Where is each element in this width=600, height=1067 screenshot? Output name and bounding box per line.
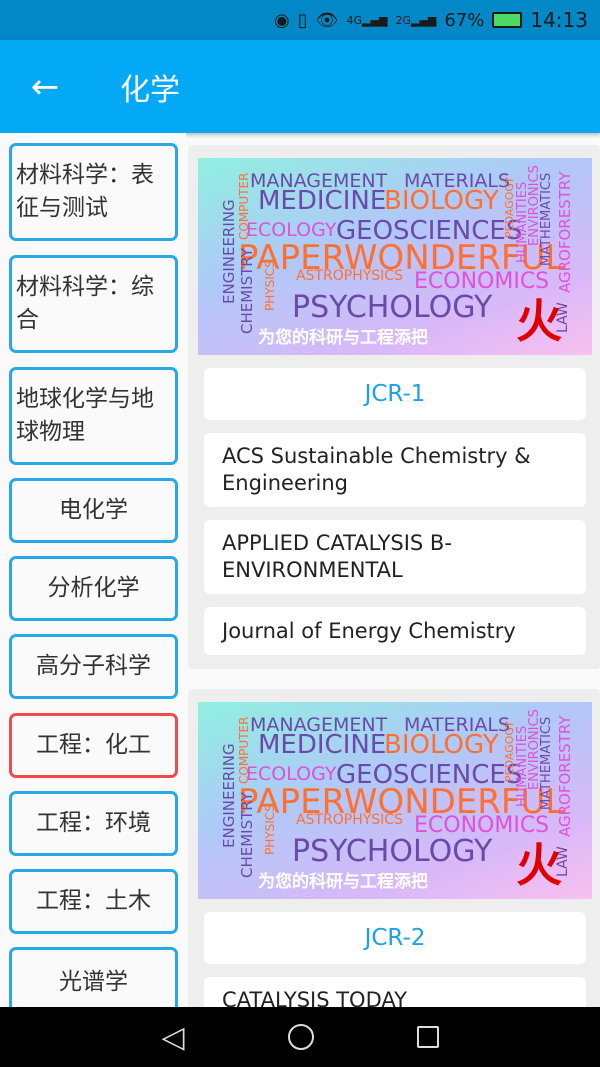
category-item[interactable]: 分析化学 bbox=[9, 556, 178, 621]
category-item[interactable]: 高分子科学 bbox=[9, 634, 178, 699]
hotspot-icon: ◉ bbox=[274, 9, 290, 31]
journal-item[interactable]: Journal of Energy Chemistry bbox=[204, 607, 586, 655]
category-item[interactable]: 地球化学与地球物理 bbox=[9, 367, 178, 465]
journal-list[interactable]: MANAGEMENT MATERIALS MEDICINE BIOLOGY ECOLOG… bbox=[186, 133, 600, 1007]
banner-word: ASTROPHYSICS bbox=[296, 812, 403, 828]
banner-word: PSYCHOLOGY bbox=[292, 290, 493, 325]
banner-word: BIOLOGY bbox=[384, 186, 499, 216]
banner-word: COMPUTER bbox=[237, 172, 251, 240]
battery-percent: 67% bbox=[444, 9, 485, 31]
category-item[interactable]: 材料科学：表征与测试 bbox=[9, 143, 178, 241]
category-item[interactable]: 光谱学 bbox=[9, 947, 178, 1007]
banner-word: ASTROPHYSICS bbox=[296, 268, 403, 284]
arrow-left-icon[interactable]: ← bbox=[0, 67, 90, 107]
banner-word: ENGINEERING bbox=[220, 199, 238, 304]
banner-slogan: 为您的科研与工程添把 bbox=[258, 872, 428, 892]
logo-fire: 火 bbox=[516, 294, 562, 348]
eye-icon: 👁 bbox=[315, 9, 339, 31]
journal-item[interactable]: CATALYSIS TODAY bbox=[204, 977, 586, 1007]
signal-2g-icon: 2G▂▄▆ bbox=[395, 13, 437, 27]
banner-word: PEDAGOGY bbox=[503, 176, 516, 238]
banner-word: MEDICINE bbox=[258, 730, 387, 760]
category-item[interactable]: 电化学 bbox=[9, 478, 178, 543]
banner-slogan: 为您的科研与工程添把 bbox=[258, 328, 428, 348]
banner-word: AGROFORESTRY bbox=[556, 715, 574, 838]
banner-word: PHYSICS bbox=[263, 804, 277, 855]
banner-word: AGROFORESTRY bbox=[556, 171, 574, 294]
category-list[interactable]: 材料科学：表征与测试 材料科学：综合 地球化学与地球物理 电化学 分析化学 高分… bbox=[0, 133, 186, 1007]
navigation-bar: ◁ bbox=[0, 1007, 600, 1067]
banner-word: PHYSICS bbox=[263, 260, 277, 311]
category-item-selected[interactable]: 工程：化工 bbox=[9, 713, 178, 778]
clock: 14:13 bbox=[530, 8, 588, 32]
banner-image: MANAGEMENT MATERIALS MEDICINE BIOLOGY ECOLOG… bbox=[198, 702, 592, 899]
back-triangle-icon[interactable]: ◁ bbox=[161, 1020, 184, 1055]
logo-fire: 火 bbox=[516, 838, 562, 892]
category-item[interactable]: 工程：环境 bbox=[9, 791, 178, 856]
category-item[interactable]: 工程：土木 bbox=[9, 869, 178, 934]
banner-word: PSYCHOLOGY bbox=[292, 834, 493, 869]
journal-group: MANAGEMENT MATERIALS MEDICINE BIOLOGY ECOLOG… bbox=[188, 145, 600, 669]
signal-4g-icon: 4G▂▄▆ bbox=[346, 13, 388, 27]
page-title: 化学 bbox=[120, 72, 180, 108]
journal-group: MANAGEMENT MATERIALS MEDICINE BIOLOGY ECOLOG… bbox=[188, 689, 600, 1007]
banner-word: CHEMISTRY bbox=[238, 248, 256, 334]
banner-word: BIOLOGY bbox=[384, 730, 499, 760]
banner-word: MATHEMATICS bbox=[539, 716, 554, 810]
group-header: JCR-1 bbox=[204, 368, 586, 420]
banner-word: CHEMISTRY bbox=[238, 792, 256, 878]
banner-word: ENGINEERING bbox=[220, 743, 238, 848]
banner-image: MANAGEMENT MATERIALS MEDICINE BIOLOGY ECOLOG… bbox=[198, 158, 592, 355]
journal-item[interactable]: APPLIED CATALYSIS B-ENVIRONMENTAL bbox=[204, 520, 586, 594]
journal-item[interactable]: ACS Sustainable Chemistry & Engineering bbox=[204, 433, 586, 507]
home-circle-icon[interactable] bbox=[287, 1024, 314, 1050]
battery-charging-icon bbox=[492, 12, 523, 28]
banner-word: COMPUTER bbox=[237, 716, 251, 784]
group-header: JCR-2 bbox=[204, 912, 586, 964]
recents-square-icon[interactable] bbox=[416, 1026, 439, 1048]
status-bar: ◉ ▯ 👁 4G▂▄▆ 2G▂▄▆ 67% 14:13 bbox=[0, 0, 600, 40]
banner-word: MATHEMATICS bbox=[539, 172, 554, 266]
vibrate-icon: ▯ bbox=[297, 9, 308, 31]
banner-word: MEDICINE bbox=[258, 186, 387, 216]
banner-word: PEDAGOGY bbox=[503, 720, 516, 782]
app-bar: ← 化学 bbox=[0, 40, 600, 133]
category-item[interactable]: 材料科学：综合 bbox=[9, 255, 178, 353]
